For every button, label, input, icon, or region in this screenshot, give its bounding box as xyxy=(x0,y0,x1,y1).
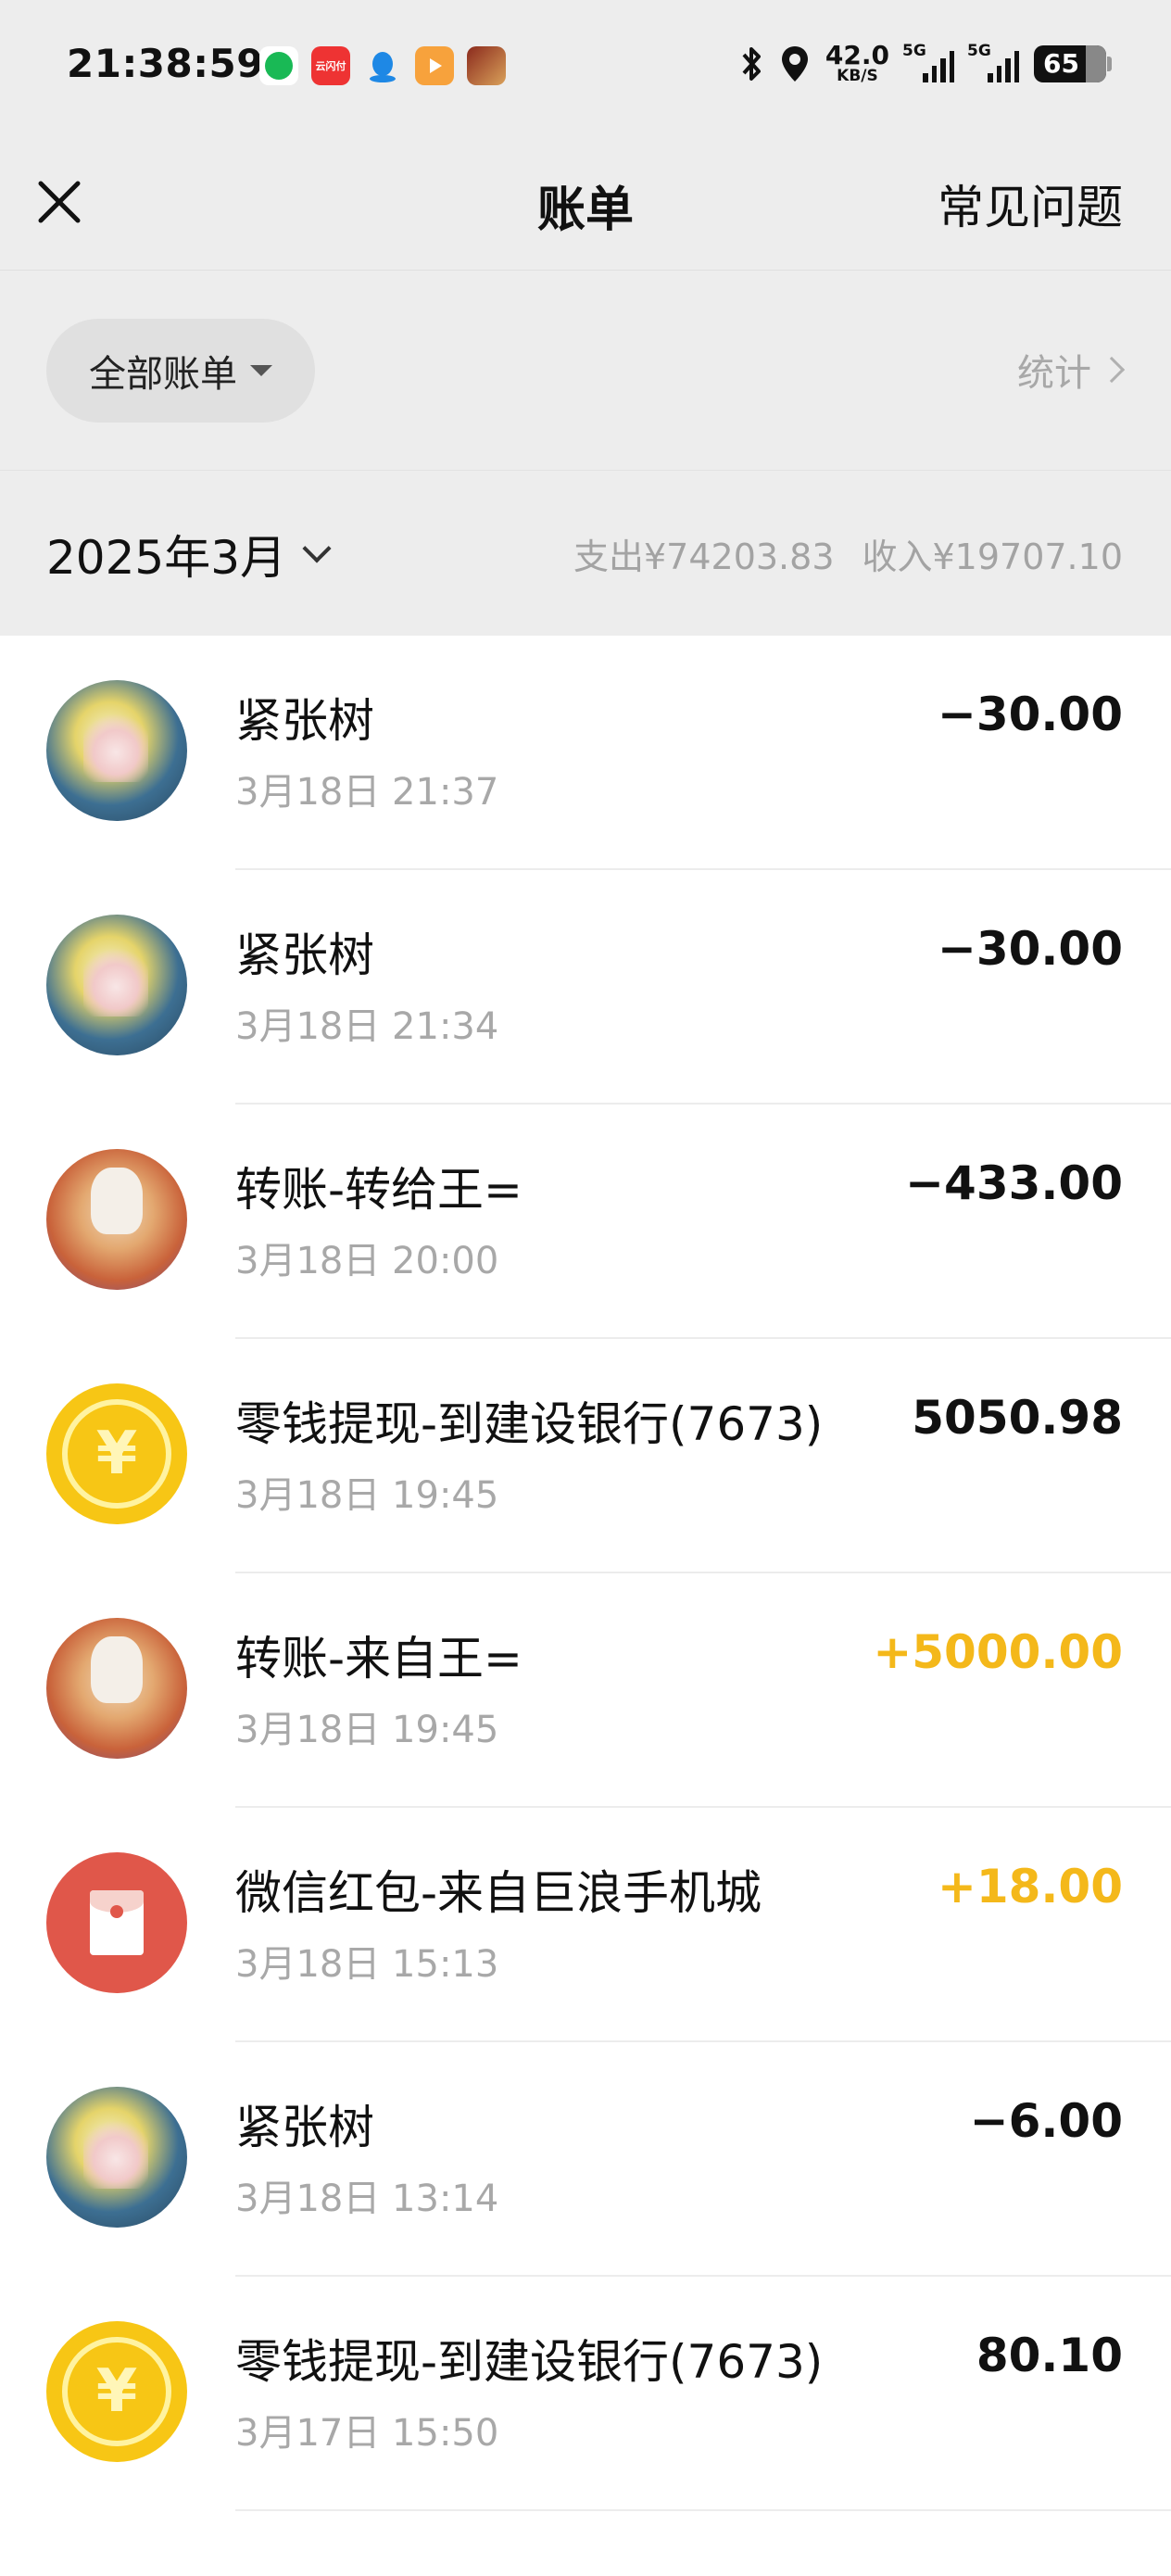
stats-link[interactable]: 统计 xyxy=(1017,343,1126,397)
transaction-title: 微信红包-来自巨浪手机城 xyxy=(235,1866,762,1920)
transaction-date: 3月17日 15:50 xyxy=(235,2412,499,2455)
transaction-date: 3月18日 19:45 xyxy=(235,1709,499,1751)
transaction-row[interactable]: ¥ 零钱提现-到建设银行(7673) 3月17日 15:50 80.10 xyxy=(0,2277,1171,2511)
month-header: 2025年3月 支出¥74203.83 收入¥19707.10 xyxy=(0,471,1171,636)
unionpay-notification-icon: 云闪付 xyxy=(311,46,350,85)
location-icon xyxy=(781,45,808,82)
transaction-title: 转账-来自王= xyxy=(235,1632,523,1686)
tree-avatar xyxy=(46,2087,187,2228)
transaction-row[interactable]: 转账-来自王= 3月18日 19:45 +5000.00 xyxy=(0,1573,1171,1808)
status-bar: 21:38:59 云闪付 42.0 KB/S 5G 5G 65 xyxy=(0,0,1171,135)
bluetooth-icon xyxy=(742,46,761,81)
transaction-title: 紧张树 xyxy=(235,2101,374,2154)
signal-icon-2: 5G xyxy=(967,42,1019,82)
wang-avatar xyxy=(46,1618,187,1759)
transaction-date: 3月18日 21:34 xyxy=(235,1005,499,1048)
transaction-date: 3月18日 20:00 xyxy=(235,1240,499,1282)
all-bills-label: 全部账单 xyxy=(89,353,237,396)
transaction-row[interactable]: 紧张树 3月18日 21:34 −30.00 xyxy=(0,870,1171,1105)
chevron-right-icon xyxy=(1098,356,1126,384)
notification-icons: 云闪付 xyxy=(259,46,506,85)
signal-icon-1: 5G xyxy=(902,42,954,82)
coin-icon: ¥ xyxy=(46,2321,187,2462)
transaction-amount: −6.00 xyxy=(969,2094,1123,2148)
transaction-title: 紧张树 xyxy=(235,694,374,748)
transaction-amount: 80.10 xyxy=(976,2329,1123,2382)
transaction-date: 3月18日 21:37 xyxy=(235,771,499,814)
nav-bar: 账单 常见问题 xyxy=(0,135,1171,271)
wang-avatar xyxy=(46,1149,187,1290)
clock: 21:38:59 xyxy=(67,41,264,86)
battery-icon: 65 xyxy=(1034,44,1112,82)
all-bills-filter-button[interactable]: 全部账单 xyxy=(46,319,315,423)
transaction-date: 3月18日 13:14 xyxy=(235,2178,499,2220)
coin-icon: ¥ xyxy=(46,1383,187,1524)
qq-notification-icon xyxy=(363,46,402,85)
month-label: 2025年3月 xyxy=(46,531,287,585)
transaction-row[interactable]: 紧张树 3月18日 13:14 −6.00 xyxy=(0,2042,1171,2277)
filter-bar: 全部账单 统计 xyxy=(0,271,1171,471)
net-speed: 42.0 KB/S xyxy=(825,40,889,85)
red-envelope-icon xyxy=(46,1852,187,1993)
system-icons: 42.0 KB/S 5G 5G 65 xyxy=(740,40,1112,85)
transaction-list: 紧张树 3月18日 21:37 −30.00 紧张树 3月18日 21:34 −… xyxy=(0,636,1171,2511)
transaction-row[interactable]: 紧张树 3月18日 21:37 −30.00 xyxy=(0,636,1171,870)
transaction-amount: −30.00 xyxy=(937,922,1123,976)
transaction-date: 3月18日 15:13 xyxy=(235,1943,499,1986)
transaction-amount: +5000.00 xyxy=(873,1625,1123,1679)
transaction-title: 转账-转给王= xyxy=(235,1163,523,1217)
transaction-row[interactable]: ¥ 零钱提现-到建设银行(7673) 3月18日 19:45 5050.98 xyxy=(0,1339,1171,1573)
transaction-amount: −433.00 xyxy=(905,1156,1123,1210)
tree-avatar xyxy=(46,915,187,1055)
transaction-row[interactable]: 微信红包-来自巨浪手机城 3月18日 15:13 +18.00 xyxy=(0,1808,1171,2042)
transaction-title: 零钱提现-到建设银行(7673) xyxy=(235,2335,824,2389)
stats-label: 统计 xyxy=(1017,352,1091,395)
transaction-amount: 5050.98 xyxy=(912,1391,1123,1445)
transaction-date: 3月18日 19:45 xyxy=(235,1474,499,1517)
game-notification-icon xyxy=(467,46,506,85)
month-summary: 支出¥74203.83 收入¥19707.10 xyxy=(573,528,1123,579)
income-total: 收入¥19707.10 xyxy=(862,537,1124,577)
chevron-down-icon xyxy=(302,534,332,563)
transaction-title: 紧张树 xyxy=(235,928,374,982)
wechat-notification-icon xyxy=(259,46,298,85)
transaction-amount: −30.00 xyxy=(937,688,1123,741)
expense-total: 支出¥74203.83 xyxy=(573,537,835,577)
transaction-title: 零钱提现-到建设银行(7673) xyxy=(235,1397,824,1451)
transaction-row[interactable]: 转账-转给王= 3月18日 20:00 −433.00 xyxy=(0,1105,1171,1339)
faq-link[interactable]: 常见问题 xyxy=(938,170,1123,237)
caret-down-icon xyxy=(250,365,272,376)
tree-avatar xyxy=(46,680,187,821)
transaction-amount: +18.00 xyxy=(937,1860,1123,1913)
video-app-notification-icon xyxy=(415,46,454,85)
month-selector[interactable]: 2025年3月 xyxy=(46,521,332,587)
